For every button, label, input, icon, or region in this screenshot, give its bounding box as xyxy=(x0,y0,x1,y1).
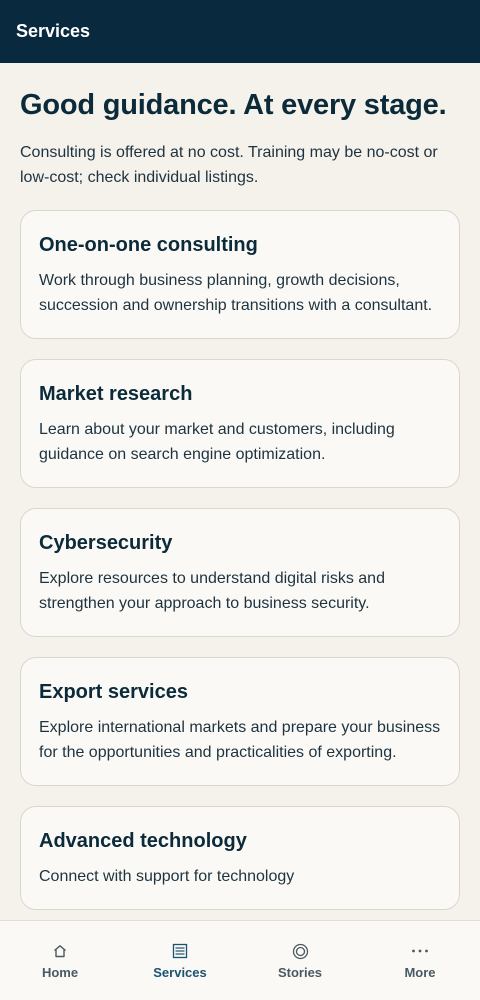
service-card-title: Advanced technology xyxy=(39,830,247,852)
tab-more[interactable]: More xyxy=(360,921,480,1000)
service-card-cybersecurity[interactable]: Cybersecurity Explore resources to under… xyxy=(20,508,460,637)
service-list: One-on-one consulting Work through busin… xyxy=(20,210,460,910)
service-card-market-research[interactable]: Market research Learn about your market … xyxy=(20,359,460,488)
tab-label: Stories xyxy=(277,965,323,980)
service-card-title: Export services xyxy=(39,681,188,703)
service-card-description: Learn about your market and customers, i… xyxy=(39,421,395,463)
tab-services[interactable]: Services xyxy=(120,921,240,1000)
page-title: Services xyxy=(16,21,91,41)
service-card-description: Explore international markets and prepar… xyxy=(39,719,441,761)
tab-home[interactable]: Home xyxy=(0,921,120,1000)
tab-label: Home xyxy=(41,965,79,980)
bottom-tab-bar: Home Services Stories More xyxy=(0,920,480,1000)
service-card-title: Market research xyxy=(39,383,193,405)
service-card-description: Connect with support for technology xyxy=(39,868,295,885)
service-card-consulting[interactable]: One-on-one consulting Work through busin… xyxy=(20,210,460,339)
services-content[interactable]: Good guidance. At every stage. Consultin… xyxy=(0,63,480,920)
app-screen: Services Good guidance. At every stage. … xyxy=(0,0,480,1000)
service-card-title: Cybersecurity xyxy=(39,532,173,554)
service-card-export[interactable]: Export services Explore international ma… xyxy=(20,657,460,786)
headline: Good guidance. At every stage. xyxy=(20,89,447,121)
service-card-title: One-on-one consulting xyxy=(39,234,258,256)
tab-label: More xyxy=(404,965,436,980)
service-card-description: Explore resources to understand digital … xyxy=(39,570,385,612)
service-card-description: Work through business planning, growth d… xyxy=(39,272,433,314)
tab-stories[interactable]: Stories xyxy=(240,921,360,1000)
tab-label: Services xyxy=(153,965,207,980)
target-icon xyxy=(292,941,309,961)
top-bar: Services xyxy=(0,0,480,63)
intro-text: Consulting is offered at no cost. Traini… xyxy=(20,144,438,186)
more-dots-icon xyxy=(411,941,429,961)
home-icon xyxy=(53,941,67,961)
service-card-advanced-technology[interactable]: Advanced technology Connect with support… xyxy=(20,806,460,910)
list-icon xyxy=(172,941,188,961)
